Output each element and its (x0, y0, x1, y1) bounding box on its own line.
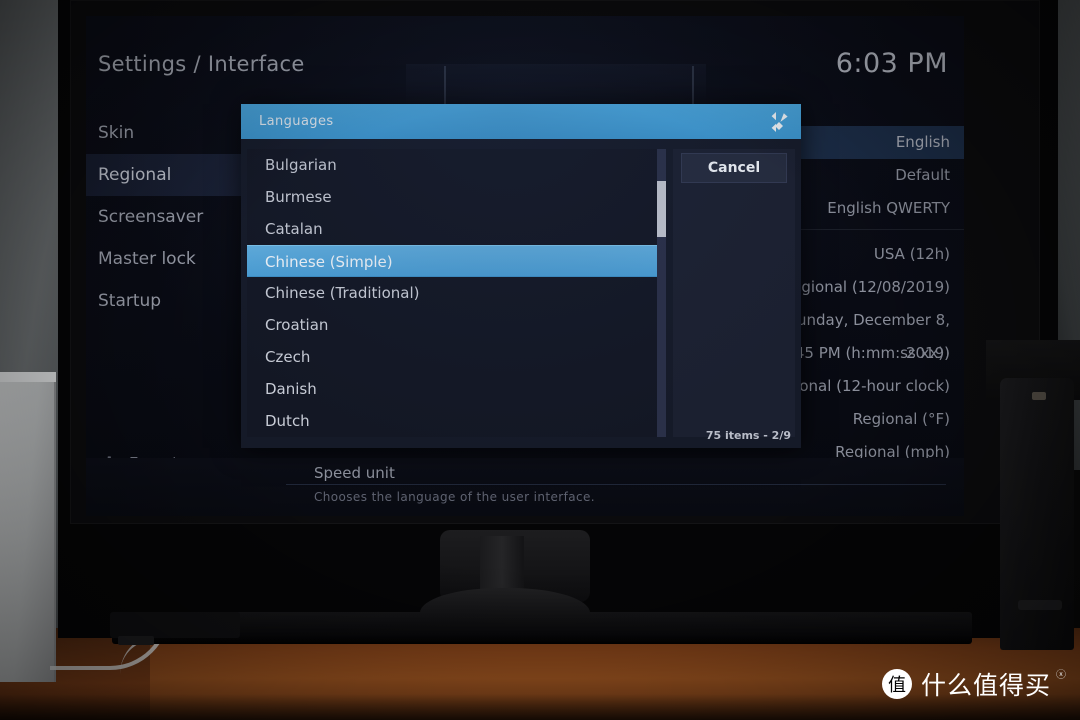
watermark: 值 什么值得买 ⓧ (881, 666, 1066, 702)
language-list[interactable]: Bulgarian Burmese Catalan Chinese (Simpl… (247, 149, 658, 437)
sidebar: Skin Regional Screensaver Master lock St… (86, 112, 246, 322)
list-item[interactable]: Burmese (247, 181, 658, 213)
photograph-of-tv-screen: Settings / Interface 6:03 PM Skin Region… (0, 0, 1080, 720)
watermark-text: 什么值得买 (920, 671, 1051, 700)
scrollbar-thumb[interactable] (657, 181, 666, 237)
speaker-logo (1032, 392, 1046, 400)
clock: 6:03 PM (835, 48, 948, 79)
sidebar-item-screensaver[interactable]: Screensaver (86, 196, 246, 238)
dialog-right-pane (673, 149, 795, 437)
kodi-screen: Settings / Interface 6:03 PM Skin Region… (86, 16, 964, 516)
list-item[interactable]: Bulgarian (247, 149, 658, 181)
help-divider (286, 484, 946, 485)
list-item[interactable]: Danish (247, 373, 658, 405)
sidebar-item-startup[interactable]: Startup (86, 280, 246, 322)
list-item[interactable]: Dutch (247, 405, 658, 437)
list-item[interactable]: Croatian (247, 309, 658, 341)
watermark-logo-icon: 值 (881, 669, 912, 699)
page-title: Settings / Interface (98, 52, 305, 76)
list-item-selected[interactable]: Chinese (Simple) (247, 245, 658, 277)
kodi-logo-icon (767, 111, 791, 133)
sidebar-item-master-lock[interactable]: Master lock (86, 238, 246, 280)
help-description: Chooses the language of the user interfa… (314, 490, 595, 504)
list-item[interactable]: Catalan (247, 213, 658, 245)
list-item[interactable]: Czech (247, 341, 658, 373)
sidebar-item-skin[interactable]: Skin (86, 112, 246, 154)
tv-base-plate (112, 612, 972, 644)
white-box-top (0, 372, 56, 382)
dialog-title: Languages (259, 114, 334, 129)
sidebar-item-regional[interactable]: Regional (86, 154, 246, 196)
item-count-label: 75 items - 2/9 (705, 429, 791, 442)
help-bar (86, 458, 964, 516)
speaker-grill (1018, 600, 1062, 610)
small-device (110, 612, 240, 638)
dialog-header: Languages (241, 104, 801, 139)
white-box-object (0, 372, 56, 682)
list-item[interactable]: Chinese (Traditional) (247, 277, 658, 309)
usb-stick (118, 636, 154, 645)
cancel-button[interactable]: Cancel (681, 153, 787, 183)
languages-dialog: Languages Bulgarian Burmese Catalan Chin… (241, 104, 801, 448)
help-title: Speed unit (314, 464, 395, 482)
watermark-superscript: ⓧ (1056, 670, 1066, 681)
screen-reflection (406, 64, 706, 106)
dialog-body: Bulgarian Burmese Catalan Chinese (Simpl… (241, 139, 801, 448)
